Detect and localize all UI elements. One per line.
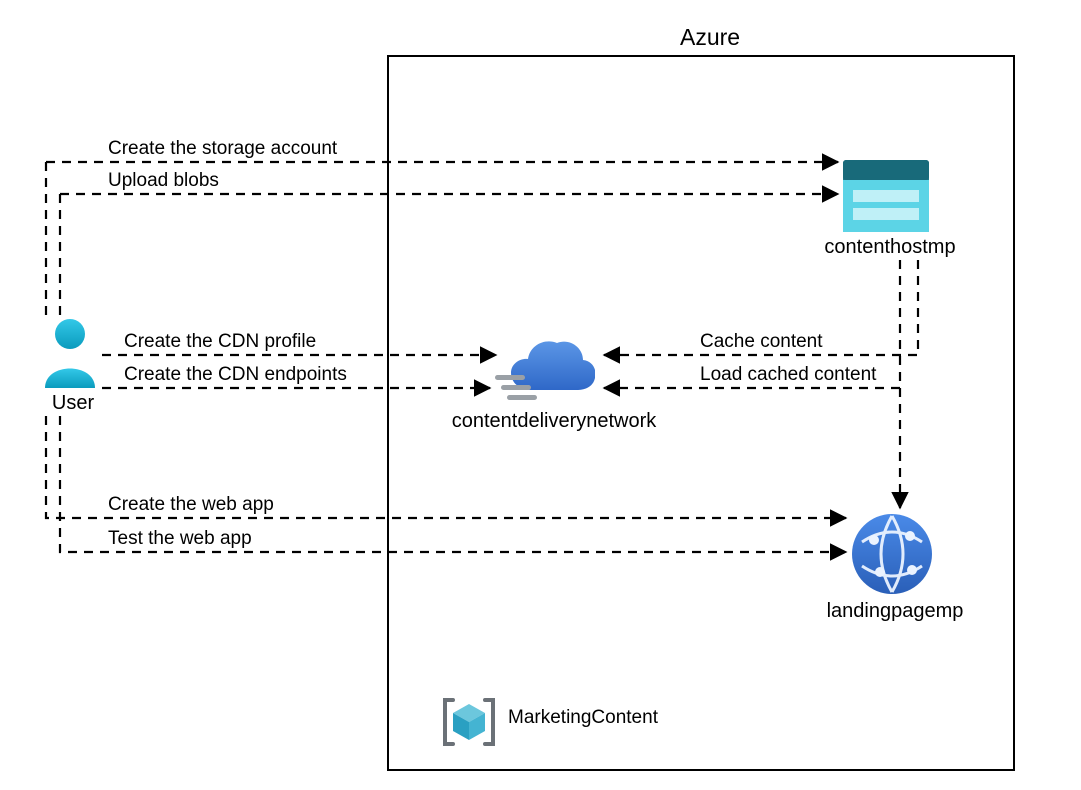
label-load-cached-content: Load cached content <box>700 364 876 386</box>
webapp-node <box>850 512 934 601</box>
storage-icon <box>843 160 929 232</box>
user-node <box>39 316 101 393</box>
cdn-cloud-icon <box>495 335 595 405</box>
resourcegroup-icon <box>439 694 499 750</box>
label-upload-blobs: Upload blobs <box>108 170 219 192</box>
cdn-label: contentdeliverynetwork <box>444 410 664 433</box>
user-icon <box>39 316 101 388</box>
storage-node <box>843 160 929 237</box>
resourcegroup-label: MarketingContent <box>508 707 658 729</box>
cdn-node <box>495 335 595 410</box>
diagram-canvas: Azure User contenthostmp <box>0 0 1081 790</box>
user-label: User <box>28 392 118 415</box>
label-create-web-app: Create the web app <box>108 494 274 516</box>
label-create-cdn-endpoints: Create the CDN endpoints <box>124 364 347 386</box>
webapp-icon <box>850 512 934 596</box>
label-cache-content: Cache content <box>700 331 823 353</box>
azure-title: Azure <box>680 24 740 51</box>
storage-label: contenthostmp <box>815 236 965 259</box>
resourcegroup-node <box>439 694 499 755</box>
label-test-web-app: Test the web app <box>108 528 252 550</box>
label-create-storage: Create the storage account <box>108 138 337 160</box>
webapp-label: landingpagemp <box>820 600 970 623</box>
label-create-cdn-profile: Create the CDN profile <box>124 331 316 353</box>
